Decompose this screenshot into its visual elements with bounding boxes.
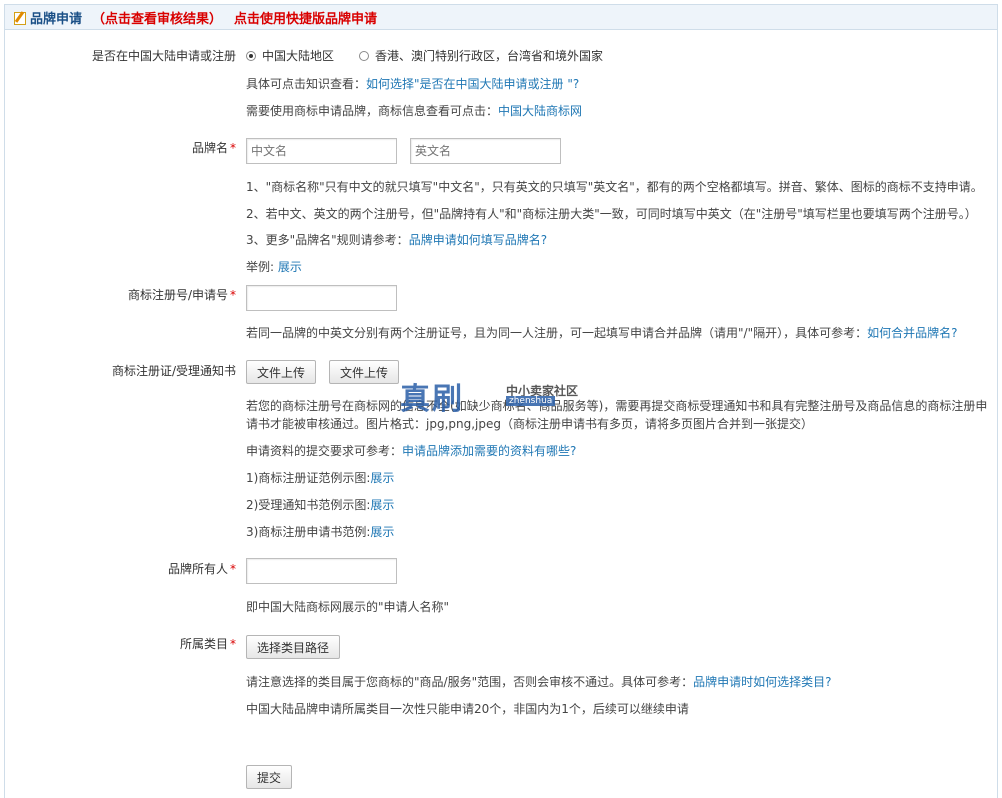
radio-mainland-label: 中国大陆地区 bbox=[262, 49, 335, 63]
quick-apply-link[interactable]: 点击使用快捷版品牌申请 bbox=[234, 8, 377, 27]
radio-checked-icon[interactable] bbox=[246, 50, 256, 61]
brand-note-3: 3、更多"品牌名"规则请参考：品牌申请如何填写品牌名? bbox=[246, 233, 548, 247]
upload-certificate-button[interactable]: 文件上传 bbox=[246, 360, 316, 384]
brand-name-label: 品牌名 * bbox=[191, 141, 236, 155]
radio-mainland[interactable]: 中国大陆地区 bbox=[246, 47, 334, 64]
notice-example-link[interactable]: 展示 bbox=[370, 498, 394, 512]
certificate-example-1: 1)商标注册证范例示图:展示 bbox=[246, 471, 395, 485]
reg-no-note: 若同一品牌的中英文分别有两个注册证号，且为同一人注册，可一起填写申请合并品牌（请… bbox=[246, 326, 958, 340]
brand-note-1: 1、"商标名称"只有中文的就只填写"中文名"，只有英文的只填写"英文名"，都有的… bbox=[246, 180, 983, 194]
brand-note-2: 2、若中文、英文的两个注册号，但"品牌持有人"和"商标注册大类"一致，可同时填写… bbox=[246, 207, 977, 221]
certificate-requirements: 申请资料的提交要求可参考：申请品牌添加需要的资料有哪些? bbox=[246, 444, 577, 458]
required-docs-link[interactable]: 申请品牌添加需要的资料有哪些? bbox=[402, 444, 576, 458]
certificate-label: 商标注册证/受理通知书 bbox=[111, 364, 236, 378]
brand-en-input[interactable] bbox=[410, 138, 561, 164]
notice-example: 2)受理通知书范例示图:展示 bbox=[246, 498, 395, 512]
certificate-note-1: 若您的商标注册号在商标网的信息不全(如缺少商标名、商品服务等)，需要再提交商标受… bbox=[246, 399, 988, 413]
check-result-link[interactable]: （点击查看审核结果） bbox=[92, 8, 222, 27]
region-label: 是否在中国大陆申请或注册 bbox=[91, 49, 236, 63]
brand-name-rules-link[interactable]: 品牌申请如何填写品牌名? bbox=[409, 233, 547, 247]
region-hint-1: 具体可点击知识查看：如何选择"是否在中国大陆申请或注册 "? bbox=[246, 77, 580, 91]
panel-header: 品牌申请 （点击查看审核结果） 点击使用快捷版品牌申请 bbox=[4, 4, 998, 30]
edit-icon bbox=[13, 10, 27, 25]
owner-note: 即中国大陆商标网展示的"申请人名称" bbox=[246, 600, 450, 614]
brand-cn-input[interactable] bbox=[246, 138, 397, 164]
region-help-link[interactable]: 如何选择"是否在中国大陆申请或注册 "? bbox=[366, 77, 579, 91]
certificate-note-2: 请书才能被审核通过。图片格式：jpg,png,jpeg（商标注册申请书有多页，请… bbox=[246, 417, 813, 431]
select-category-button[interactable]: 选择类目路径 bbox=[246, 635, 340, 659]
reg-no-label: 商标注册号/申请号 * bbox=[127, 288, 236, 302]
brand-example: 举例: 展示 bbox=[246, 260, 302, 274]
radio-other-label: 香港、澳门特别行政区，台湾省和境外国家 bbox=[375, 49, 604, 63]
trademark-site-link[interactable]: 中国大陆商标网 bbox=[498, 104, 582, 118]
category-note-1: 请注意选择的类目属于您商标的"商品/服务"范围，否则会审核不通过。具体可参考：品… bbox=[246, 675, 832, 689]
page-title: 品牌申请 bbox=[30, 11, 83, 27]
application-example: 3)商标注册申请书范例:展示 bbox=[246, 525, 395, 539]
brand-example-link[interactable]: 展示 bbox=[278, 260, 302, 274]
reg-no-input[interactable] bbox=[246, 285, 397, 311]
owner-label: 品牌所有人 * bbox=[167, 562, 236, 576]
merge-brand-link[interactable]: 如何合并品牌名? bbox=[867, 326, 957, 340]
certificate-example-link[interactable]: 展示 bbox=[370, 471, 394, 485]
application-example-link[interactable]: 展示 bbox=[370, 525, 394, 539]
category-help-link[interactable]: 品牌申请时如何选择类目? bbox=[693, 675, 831, 689]
upload-notice-button[interactable]: 文件上传 bbox=[329, 360, 399, 384]
category-note-2: 中国大陆品牌申请所属类目一次性只能申请20个，非国内为1个，后续可以继续申请 bbox=[246, 702, 689, 716]
category-label: 所属类目 * bbox=[179, 637, 236, 651]
radio-other[interactable]: 香港、澳门特别行政区，台湾省和境外国家 bbox=[359, 47, 603, 64]
owner-input[interactable] bbox=[246, 558, 397, 584]
submit-button[interactable]: 提交 bbox=[246, 765, 292, 789]
region-hint-2: 需要使用商标申请品牌，商标信息查看可点击：中国大陆商标网 bbox=[246, 104, 583, 118]
radio-unchecked-icon[interactable] bbox=[359, 50, 369, 61]
